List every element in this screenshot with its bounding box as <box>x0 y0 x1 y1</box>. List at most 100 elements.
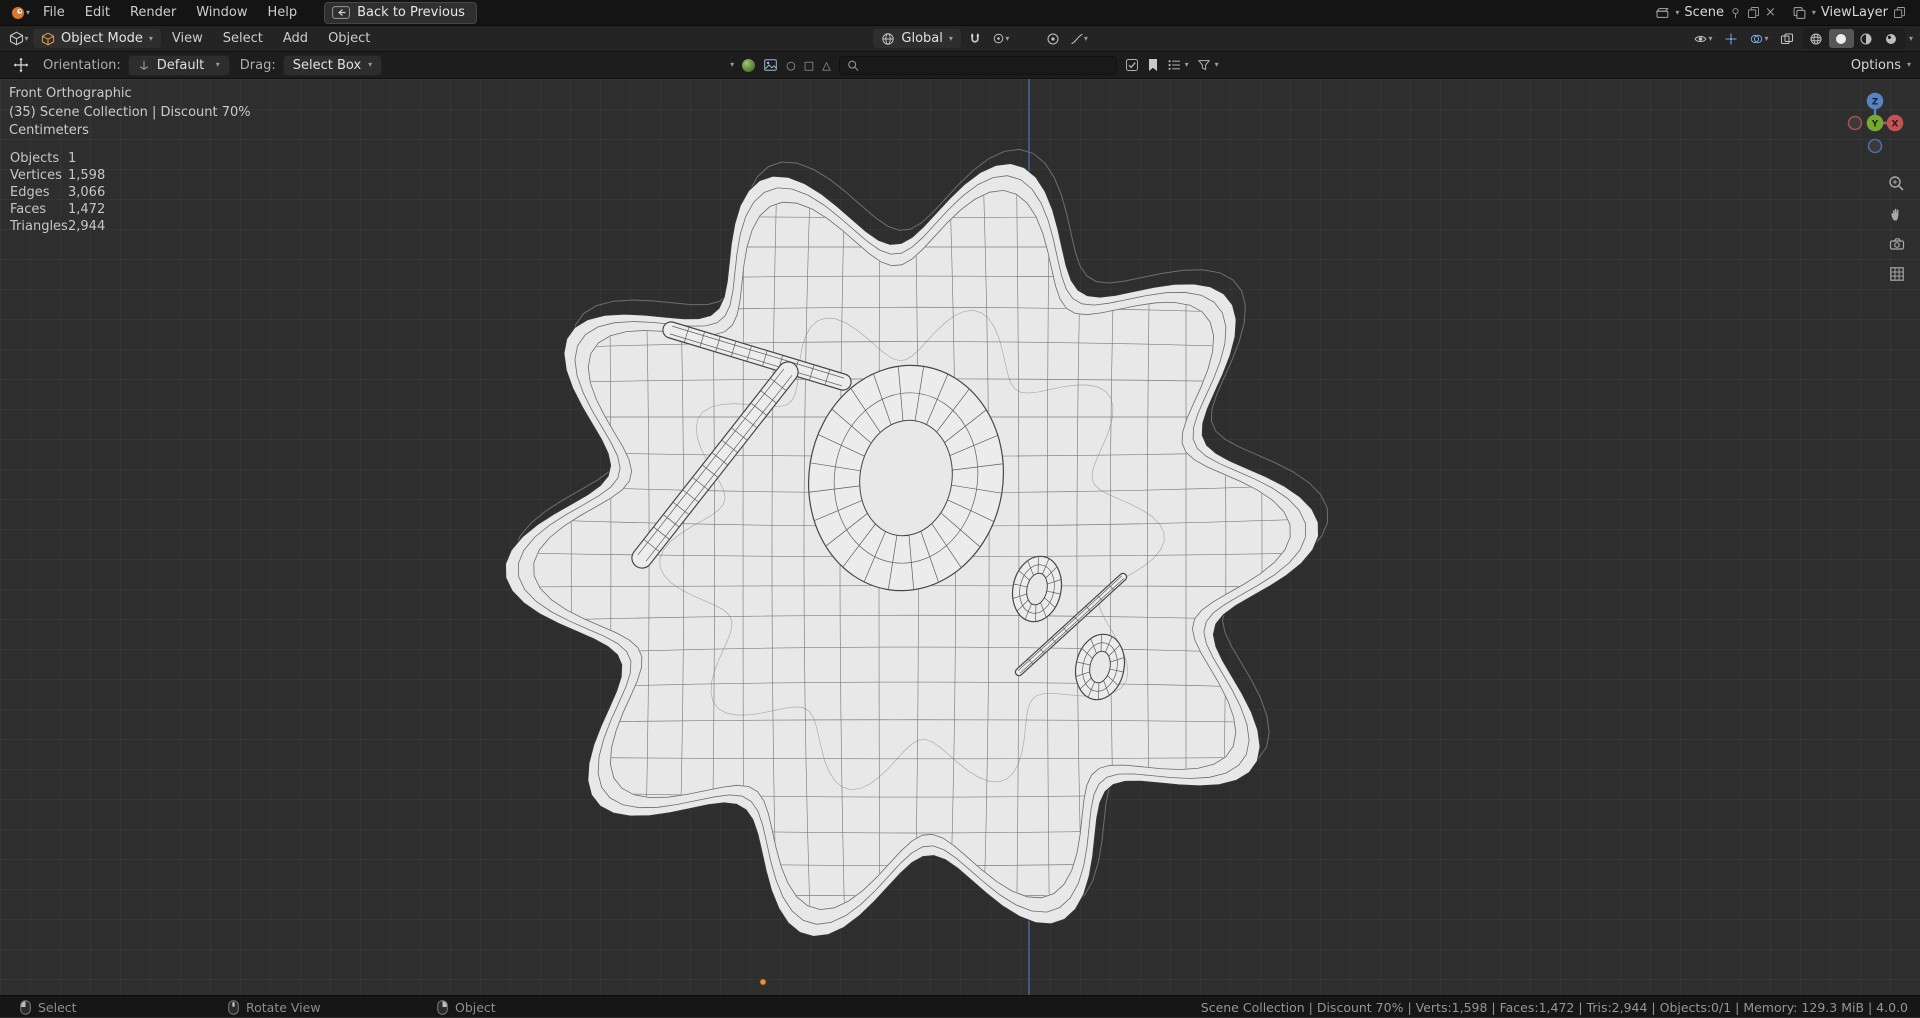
display-mode-dropdown[interactable]: ▾ <box>1167 58 1189 72</box>
stat-value: 3,066 <box>68 185 106 200</box>
pan-button[interactable] <box>1886 203 1907 224</box>
editor-3d-viewport-icon <box>10 31 24 46</box>
checkbox-icon[interactable] <box>1125 58 1139 72</box>
camera-view-icon <box>1889 237 1904 250</box>
axis-orientation-icon <box>139 60 148 70</box>
transform-orientation-dropdown[interactable]: Global ▾ <box>873 29 961 48</box>
show-gizmo-icon <box>1725 33 1737 44</box>
triangle-icon[interactable]: △ <box>822 59 830 72</box>
menu-add[interactable]: Add <box>274 28 317 49</box>
chevron-down-icon: ▾ <box>948 33 953 43</box>
material-sphere-icon[interactable] <box>742 58 756 72</box>
proportional-falloff-dropdown[interactable]: ▾ <box>1067 29 1091 49</box>
axis-y-ball[interactable]: Y <box>1866 114 1884 132</box>
viewlayer-selector[interactable]: ▾ ViewLayer <box>1786 5 1912 20</box>
image-icon[interactable] <box>763 58 778 72</box>
viewport-canvas[interactable]: 70% <box>0 79 1920 995</box>
blender-menu-button[interactable]: ▾ <box>8 3 32 23</box>
view-name: Front Orthographic <box>9 86 132 101</box>
editor-type-button[interactable]: ▾ <box>7 29 31 49</box>
axis-x-ball[interactable]: X <box>1886 114 1904 132</box>
shading-solid-button[interactable] <box>1828 29 1854 48</box>
stat-row: Triangles2,944 <box>10 218 105 235</box>
menu-view[interactable]: View <box>163 28 212 49</box>
chevron-down-icon: ▾ <box>1764 33 1769 43</box>
filter-dropdown[interactable]: ▾ <box>1197 58 1219 72</box>
stat-value: 1 <box>68 151 77 166</box>
viewport[interactable]: 70% Front Orthographic (35) Scene Collec… <box>0 79 1920 995</box>
menu-select[interactable]: Select <box>214 28 272 49</box>
snapping-toggle[interactable] <box>963 29 987 49</box>
toggle-xray-button[interactable] <box>1775 29 1799 49</box>
scene-statistics: Objects 1 Vertices 1,598 Edges 3,066 Faces 1… <box>10 150 105 235</box>
chevron-down-icon[interactable]: ▾ <box>730 61 734 69</box>
stat-label: Vertices <box>10 168 62 183</box>
stat-row: Faces 1,472 <box>10 201 105 218</box>
axis-z-ball[interactable]: Z <box>1866 92 1884 110</box>
search-field[interactable] <box>838 55 1117 75</box>
chevron-down-icon: ▾ <box>24 33 29 43</box>
circle-icon[interactable]: ○ <box>786 59 796 72</box>
shading-solid-icon <box>1836 33 1847 44</box>
menu-edit[interactable]: Edit <box>76 2 119 23</box>
active-tool-button[interactable] <box>9 55 33 75</box>
back-to-previous-button[interactable]: Back to Previous <box>324 1 477 24</box>
menu-object[interactable]: Object <box>319 28 379 49</box>
axis-minus-x-ball[interactable] <box>1847 115 1863 131</box>
chevron-down-icon: ▾ <box>1214 60 1219 69</box>
bookmark-icon[interactable] <box>1147 58 1159 72</box>
status-bar: Select Rotate View Object Scene Collecti… <box>0 995 1920 1017</box>
chevron-down-icon[interactable]: ▾ <box>1909 34 1913 43</box>
display-mode-icon <box>1168 60 1180 70</box>
back-arrow-key-icon <box>332 5 351 19</box>
camera-view-button[interactable] <box>1886 233 1907 254</box>
show-overlays-icon <box>1751 34 1763 43</box>
hint-label: Object <box>455 999 496 1015</box>
snapping-dropdown[interactable]: ▾ <box>989 29 1013 49</box>
falloff-curve-icon <box>1071 33 1083 44</box>
mouse-right-icon <box>437 999 448 1015</box>
shading-mode-group <box>1802 28 1905 49</box>
menu-window[interactable]: Window <box>187 2 256 23</box>
drag-value: Select Box <box>292 57 362 73</box>
axis-minus-z-ball[interactable] <box>1867 138 1883 154</box>
menu-help[interactable]: Help <box>259 2 307 23</box>
options-label: Options <box>1850 57 1901 73</box>
square-icon[interactable]: □ <box>804 59 814 72</box>
shading-material-button[interactable] <box>1854 29 1879 48</box>
navigation-gizmo[interactable]: Z X Y <box>1842 89 1908 163</box>
stat-label: Objects <box>10 151 60 166</box>
show-gizmo-toggle[interactable] <box>1719 29 1743 49</box>
proportional-editing-toggle[interactable] <box>1041 29 1065 49</box>
hint-label: Select <box>38 999 77 1015</box>
duplicate-icon[interactable] <box>1893 6 1906 19</box>
zoom-button[interactable] <box>1886 173 1907 194</box>
visibility-dropdown[interactable]: ▾ <box>1691 29 1715 49</box>
unlink-x-icon[interactable]: × <box>1765 5 1776 20</box>
chevron-down-icon: ▾ <box>1083 33 1088 43</box>
mouse-left-icon <box>20 999 31 1015</box>
mode-dropdown[interactable]: Object Mode ▾ <box>33 29 161 48</box>
scene-selector[interactable]: ▾ Scene × <box>1649 5 1782 20</box>
orientation-dropdown[interactable]: Default ▾ <box>127 54 230 76</box>
menu-render[interactable]: Render <box>121 2 185 23</box>
duplicate-icon[interactable] <box>1747 6 1760 19</box>
drag-dropdown[interactable]: Select Box ▾ <box>282 54 383 76</box>
stat-label: Edges <box>10 185 50 200</box>
stat-row: Objects 1 <box>10 150 105 167</box>
shading-rendered-button[interactable] <box>1879 29 1904 48</box>
show-overlays-toggle[interactable]: ▾ <box>1747 29 1771 49</box>
viewport-header: ▾ Object Mode ▾ View Select Add Object G… <box>0 26 1920 52</box>
hint-object: Object <box>437 996 496 1018</box>
shading-wireframe-button[interactable] <box>1804 29 1829 48</box>
drag-label: Drag: <box>239 57 276 73</box>
pin-icon[interactable] <box>1729 6 1742 20</box>
search-input[interactable] <box>864 58 1109 72</box>
grid-ortho-icon <box>1889 266 1904 281</box>
viewlayer-name: ViewLayer <box>1820 5 1888 20</box>
toggle-ortho-button[interactable] <box>1886 263 1907 284</box>
options-dropdown[interactable]: Options ▾ <box>1851 58 1911 73</box>
hint-label: Rotate View <box>246 999 321 1015</box>
menu-file[interactable]: File <box>34 2 74 23</box>
viewport-nav-buttons <box>1886 173 1907 284</box>
